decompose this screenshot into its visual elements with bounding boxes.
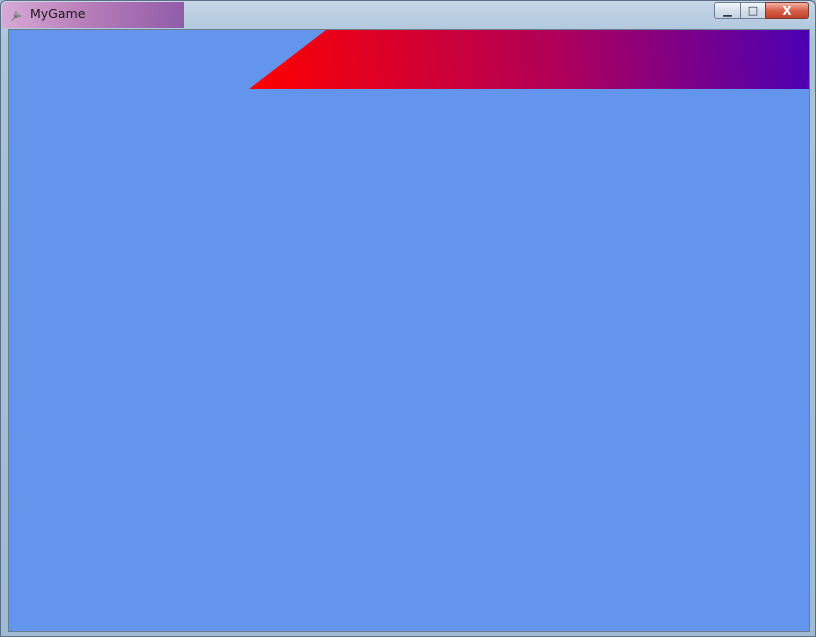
maximize-icon: □ <box>747 4 759 17</box>
game-window: MyGame ▁ □ X <box>0 0 816 637</box>
close-button[interactable]: X <box>765 2 809 19</box>
close-icon: X <box>782 3 792 18</box>
game-viewport[interactable] <box>8 29 810 632</box>
game-app-icon <box>9 8 23 22</box>
caption-buttons: ▁ □ X <box>714 2 809 20</box>
game-canvas <box>249 30 809 89</box>
minimize-button[interactable]: ▁ <box>714 2 740 19</box>
maximize-button[interactable]: □ <box>740 2 765 19</box>
gradient-banner-shape <box>249 30 809 89</box>
minimize-icon: ▁ <box>723 4 732 17</box>
window-title: MyGame <box>30 6 86 21</box>
